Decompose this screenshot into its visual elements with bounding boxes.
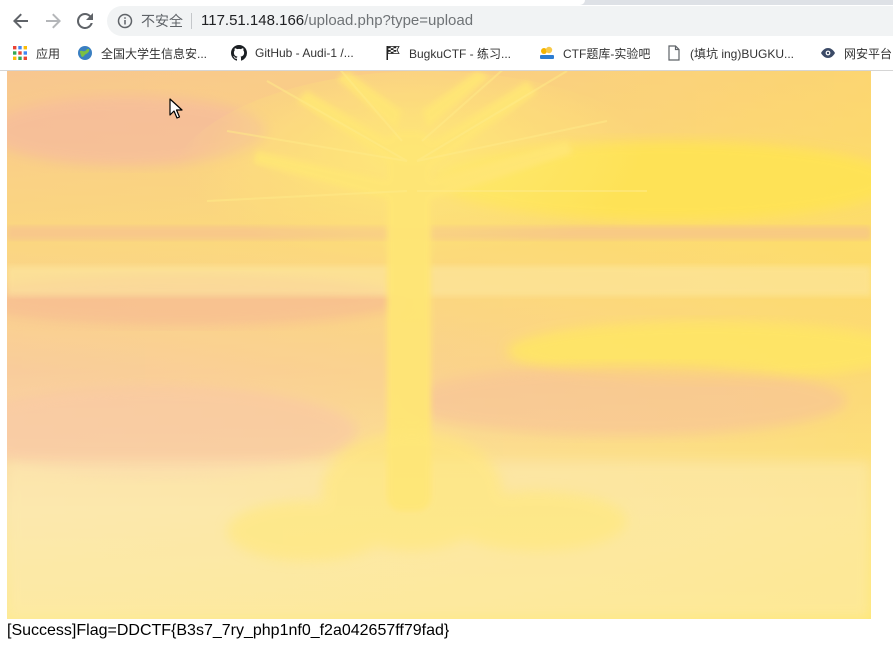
reload-button[interactable]: [71, 7, 99, 35]
url-text[interactable]: 117.51.148.166/upload.php?type=upload: [201, 12, 473, 30]
bookmarks-bar: 应用 全国大学生信息安... GitHub - Audi-1 /... Bugk…: [0, 37, 893, 71]
bookmark-bugku-writeup[interactable]: (填坑 ing)BUGKU...: [666, 44, 794, 62]
security-label[interactable]: 不安全: [141, 13, 183, 29]
checkered-flag-icon: [385, 45, 401, 61]
bookmark-label: CTF题库-实验吧: [563, 46, 651, 61]
forward-button[interactable]: [39, 7, 67, 35]
reload-icon: [77, 13, 93, 29]
omnibox-divider: [191, 13, 192, 29]
bookmark-shiyanbar[interactable]: CTF题库-实验吧: [539, 44, 650, 62]
document-icon: [666, 45, 682, 61]
bookmark-label: 全国大学生信息安...: [101, 46, 208, 61]
bookmark-label: GitHub - Audi-1 /...: [255, 46, 354, 60]
github-icon: [231, 45, 247, 61]
bookmark-ciscn[interactable]: 全国大学生信息安...: [77, 44, 207, 62]
bookmark-github[interactable]: GitHub - Audi-1 /...: [231, 44, 354, 62]
info-circle-icon[interactable]: [117, 13, 133, 29]
address-bar[interactable]: 不安全 117.51.148.166/upload.php?type=uploa…: [107, 6, 893, 36]
uploaded-image: [7, 71, 871, 619]
url-host: 117.51.148.166: [201, 12, 305, 29]
bookmark-label: BugkuCTF - 练习...: [409, 46, 512, 61]
back-button[interactable]: [7, 7, 35, 35]
bookmark-wangan[interactable]: 网安平台: [820, 44, 892, 62]
bookmark-label: 应用: [36, 46, 61, 61]
url-path: /upload.php?type=upload: [304, 12, 474, 29]
globe-icon: [77, 45, 93, 61]
bookmark-bugku[interactable]: BugkuCTF - 练习...: [385, 44, 511, 62]
apps-grid-icon: [12, 45, 28, 61]
bookmark-label: 网安平台: [844, 46, 893, 61]
arrow-right-icon: [46, 13, 61, 29]
site-logo-icon: [539, 45, 555, 61]
eye-logo-icon: [820, 45, 836, 61]
upload-result-text: [Success]Flag=DDCTF{B3s7_7ry_php1nf0_f2a…: [7, 622, 450, 639]
arrow-left-icon: [13, 13, 28, 29]
browser-toolbar: 不安全 117.51.148.166/upload.php?type=uploa…: [0, 5, 893, 37]
bookmark-label: (填坑 ing)BUGKU...: [690, 46, 795, 61]
bookmark-apps[interactable]: 应用: [12, 44, 60, 62]
page-content: [Success]Flag=DDCTF{B3s7_7ry_php1nf0_f2a…: [0, 71, 893, 649]
